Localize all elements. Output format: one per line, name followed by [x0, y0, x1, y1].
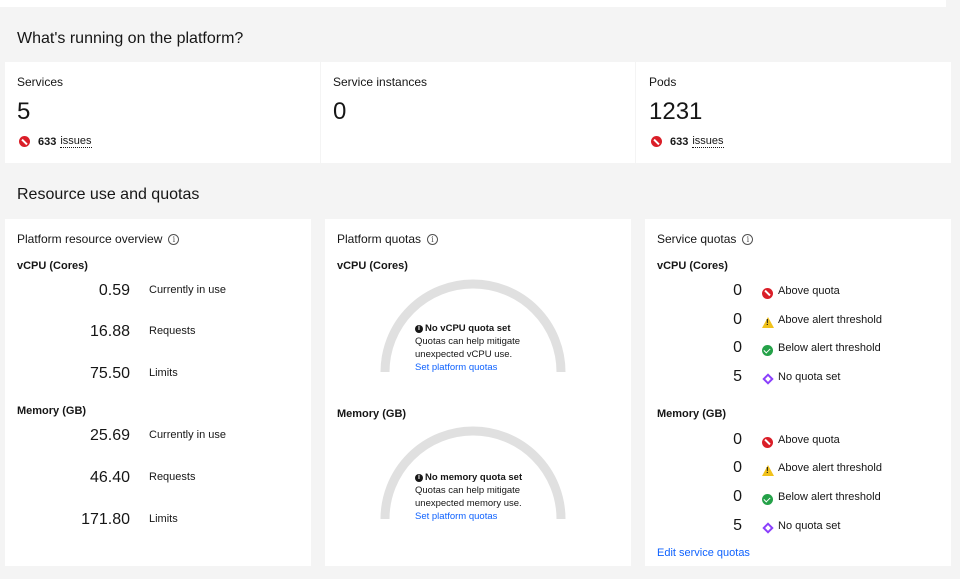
success-icon: [762, 344, 773, 356]
error-icon: [762, 436, 773, 448]
service-instances-label: Service instances: [333, 75, 428, 89]
service-memory-above-alert-row: 0 Above alert threshold: [657, 459, 882, 477]
service-vcpu-below-alert-value: 0: [733, 339, 742, 356]
services-issues-count: 633: [38, 135, 57, 148]
info-icon[interactable]: i: [427, 233, 439, 245]
services-issues-link[interactable]: issues: [60, 135, 92, 148]
running-section-title: What's running on the platform?: [17, 30, 244, 47]
memory-gauge-msg-line2: unexpected memory use.: [415, 498, 522, 509]
memory-gauge-message: i No memory quota set Quotas can help mit…: [415, 471, 522, 523]
service-memory-above-alert-label: Above alert threshold: [778, 462, 882, 474]
service-memory-above-quota-value: 0: [733, 431, 742, 448]
top-bar: [0, 0, 946, 7]
service-memory-no-quota-label: No quota set: [778, 520, 841, 532]
service-vcpu-heading: vCPU (Cores): [657, 260, 728, 272]
service-memory-below-alert-row: 0 Below alert threshold: [657, 488, 881, 506]
pods-issues[interactable]: 633 issues: [651, 135, 724, 148]
service-memory-below-alert-value: 0: [733, 488, 742, 505]
resource-overview-title-text: Platform resource overview: [17, 232, 163, 246]
overview-vcpu-requests-value: 16.88: [89, 323, 130, 340]
service-memory-no-quota-value: 5: [733, 517, 742, 534]
overview-memory-requests-value: 46.40: [89, 469, 130, 486]
service-memory-below-alert-label: Below alert threshold: [778, 491, 881, 503]
overview-vcpu-heading: vCPU (Cores): [17, 260, 88, 272]
memory-gauge-msg-title: No memory quota set: [425, 472, 523, 483]
diamond-icon: [761, 522, 774, 534]
vcpu-gauge-msg-title: No vCPU quota set: [425, 323, 511, 334]
pods-count: 1231: [649, 98, 703, 125]
service-vcpu-above-quota-value: 0: [733, 282, 742, 299]
overview-memory-in-use-value: 25.69: [89, 427, 130, 444]
service-vcpu-above-alert-label: Above alert threshold: [778, 314, 882, 326]
service-vcpu-no-quota-value: 5: [733, 368, 742, 385]
service-instances-count: 0: [333, 98, 347, 125]
warning-icon: [762, 464, 774, 476]
overview-memory-requests-label: Requests: [149, 471, 196, 483]
service-quotas-card: Service quotas i vCPU (Cores) 0 Above qu…: [645, 219, 951, 566]
service-vcpu-below-alert-row: 0 Below alert threshold: [657, 339, 881, 357]
service-memory-above-quota-label: Above quota: [778, 434, 840, 446]
platform-memory-heading: Memory (GB): [337, 408, 407, 420]
service-memory-above-alert-value: 0: [733, 459, 742, 476]
pods-label: Pods: [649, 75, 677, 89]
diamond-icon: [761, 373, 774, 385]
set-platform-quotas-link-vcpu[interactable]: Set platform quotas: [415, 361, 520, 374]
service-instances-card[interactable]: Service instances 0: [321, 62, 635, 163]
service-quotas-title: Service quotas i: [657, 232, 754, 246]
service-vcpu-above-alert-row: 0 Above alert threshold: [657, 311, 882, 329]
pods-issues-count: 633: [670, 135, 689, 148]
service-memory-heading: Memory (GB): [657, 408, 727, 420]
overview-memory-heading: Memory (GB): [17, 405, 87, 417]
service-vcpu-above-alert-value: 0: [733, 311, 742, 328]
overview-memory-in-use-label: Currently in use: [149, 429, 227, 441]
error-icon: [19, 136, 30, 147]
platform-quotas-card: Platform quotas i vCPU (Cores) i No vCPU …: [325, 219, 631, 566]
service-memory-above-quota-row: 0 Above quota: [657, 431, 840, 449]
services-card[interactable]: Services 5 633 issues: [5, 62, 320, 163]
overview-memory-limits-label: Limits: [149, 513, 178, 525]
service-vcpu-above-quota-row: 0 Above quota: [657, 282, 840, 300]
service-vcpu-above-quota-label: Above quota: [778, 285, 840, 297]
services-label: Services: [17, 75, 64, 89]
info-icon[interactable]: i: [168, 233, 180, 245]
info-icon[interactable]: i: [742, 233, 754, 245]
services-count: 5: [17, 98, 31, 125]
overview-vcpu-requests-label: Requests: [149, 325, 196, 337]
overview-vcpu-in-use-value: 0.59: [98, 282, 130, 299]
overview-vcpu-in-use-label: Currently in use: [149, 284, 227, 296]
vcpu-gauge-msg-line2: unexpected vCPU use.: [415, 349, 513, 360]
error-icon: [762, 287, 773, 299]
overview-memory-limits-value: 171.80: [81, 511, 130, 528]
pods-card[interactable]: Pods 1231 633 issues: [636, 62, 951, 163]
platform-quotas-title-text: Platform quotas: [337, 232, 422, 246]
services-issues[interactable]: 633 issues: [19, 135, 92, 148]
service-vcpu-below-alert-label: Below alert threshold: [778, 342, 881, 354]
service-vcpu-no-quota-label: No quota set: [778, 371, 841, 383]
platform-vcpu-heading: vCPU (Cores): [337, 260, 408, 272]
warning-icon: [762, 316, 774, 328]
pods-issues-link[interactable]: issues: [692, 135, 724, 148]
platform-quotas-title: Platform quotas i: [337, 232, 439, 246]
overview-vcpu-limits-label: Limits: [149, 367, 178, 379]
info-filled-icon: i: [415, 324, 423, 333]
resource-overview-title: Platform resource overview i: [17, 232, 180, 246]
service-memory-no-quota-row: 5 No quota set: [657, 517, 840, 535]
service-quotas-title-text: Service quotas: [657, 232, 737, 246]
memory-gauge-msg-line1: Quotas can help mitigate: [415, 485, 521, 496]
service-vcpu-no-quota-row: 5 No quota set: [657, 368, 840, 386]
resource-overview-card: Platform resource overview i vCPU (Cores…: [5, 219, 311, 566]
edit-service-quotas-link[interactable]: Edit service quotas: [657, 547, 750, 559]
success-icon: [762, 493, 773, 505]
info-filled-icon: i: [415, 473, 423, 482]
overview-vcpu-limits-value: 75.50: [89, 365, 130, 382]
vcpu-gauge-msg-line1: Quotas can help mitigate: [415, 336, 521, 347]
set-platform-quotas-link-memory[interactable]: Set platform quotas: [415, 510, 522, 523]
resources-section-title: Resource use and quotas: [17, 186, 200, 203]
error-icon: [651, 136, 662, 147]
vcpu-gauge-message: i No vCPU quota set Quotas can help mitig…: [415, 322, 520, 374]
